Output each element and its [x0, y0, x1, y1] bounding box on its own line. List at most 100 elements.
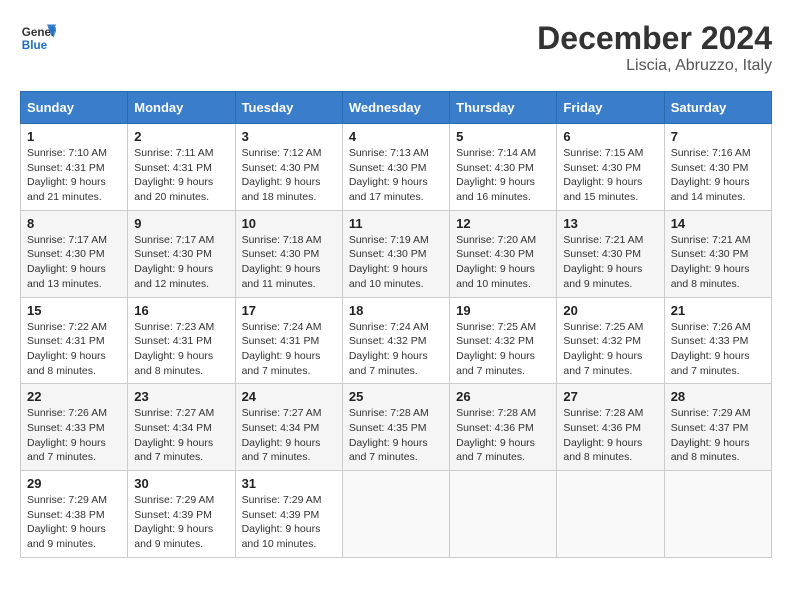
- calendar-day-cell: 1 Sunrise: 7:10 AM Sunset: 4:31 PM Dayli…: [21, 124, 128, 211]
- day-of-week-header: Saturday: [664, 92, 771, 124]
- calendar-day-cell: 7 Sunrise: 7:16 AM Sunset: 4:30 PM Dayli…: [664, 124, 771, 211]
- calendar-day-cell: 30 Sunrise: 7:29 AM Sunset: 4:39 PM Dayl…: [128, 471, 235, 558]
- day-info: Sunrise: 7:28 AM Sunset: 4:36 PM Dayligh…: [456, 406, 550, 465]
- calendar-week-row: 15 Sunrise: 7:22 AM Sunset: 4:31 PM Dayl…: [21, 297, 772, 384]
- calendar-day-cell: 11 Sunrise: 7:19 AM Sunset: 4:30 PM Dayl…: [342, 210, 449, 297]
- calendar-day-cell: 6 Sunrise: 7:15 AM Sunset: 4:30 PM Dayli…: [557, 124, 664, 211]
- calendar-week-row: 29 Sunrise: 7:29 AM Sunset: 4:38 PM Dayl…: [21, 471, 772, 558]
- day-info: Sunrise: 7:27 AM Sunset: 4:34 PM Dayligh…: [134, 406, 228, 465]
- calendar-table: SundayMondayTuesdayWednesdayThursdayFrid…: [20, 91, 772, 558]
- day-info: Sunrise: 7:27 AM Sunset: 4:34 PM Dayligh…: [242, 406, 336, 465]
- calendar-day-cell: 20 Sunrise: 7:25 AM Sunset: 4:32 PM Dayl…: [557, 297, 664, 384]
- title-area: December 2024 Liscia, Abruzzo, Italy: [537, 20, 772, 75]
- month-title: December 2024: [537, 20, 772, 57]
- day-info: Sunrise: 7:21 AM Sunset: 4:30 PM Dayligh…: [563, 233, 657, 292]
- day-info: Sunrise: 7:25 AM Sunset: 4:32 PM Dayligh…: [563, 320, 657, 379]
- calendar-day-cell: 28 Sunrise: 7:29 AM Sunset: 4:37 PM Dayl…: [664, 384, 771, 471]
- day-number: 15: [27, 303, 121, 318]
- calendar-day-cell: 25 Sunrise: 7:28 AM Sunset: 4:35 PM Dayl…: [342, 384, 449, 471]
- day-number: 20: [563, 303, 657, 318]
- day-number: 22: [27, 389, 121, 404]
- calendar-day-cell: 31 Sunrise: 7:29 AM Sunset: 4:39 PM Dayl…: [235, 471, 342, 558]
- day-number: 9: [134, 216, 228, 231]
- calendar-day-cell: 21 Sunrise: 7:26 AM Sunset: 4:33 PM Dayl…: [664, 297, 771, 384]
- day-number: 10: [242, 216, 336, 231]
- day-of-week-header: Friday: [557, 92, 664, 124]
- day-info: Sunrise: 7:29 AM Sunset: 4:37 PM Dayligh…: [671, 406, 765, 465]
- day-number: 11: [349, 216, 443, 231]
- day-number: 19: [456, 303, 550, 318]
- day-info: Sunrise: 7:25 AM Sunset: 4:32 PM Dayligh…: [456, 320, 550, 379]
- day-number: 31: [242, 476, 336, 491]
- day-number: 29: [27, 476, 121, 491]
- day-info: Sunrise: 7:23 AM Sunset: 4:31 PM Dayligh…: [134, 320, 228, 379]
- day-number: 23: [134, 389, 228, 404]
- day-info: Sunrise: 7:10 AM Sunset: 4:31 PM Dayligh…: [27, 146, 121, 205]
- day-info: Sunrise: 7:24 AM Sunset: 4:31 PM Dayligh…: [242, 320, 336, 379]
- day-info: Sunrise: 7:29 AM Sunset: 4:39 PM Dayligh…: [242, 493, 336, 552]
- page-header: General Blue December 2024 Liscia, Abruz…: [20, 20, 772, 75]
- day-of-week-header: Monday: [128, 92, 235, 124]
- calendar-day-cell: [450, 471, 557, 558]
- day-info: Sunrise: 7:24 AM Sunset: 4:32 PM Dayligh…: [349, 320, 443, 379]
- day-number: 1: [27, 129, 121, 144]
- day-info: Sunrise: 7:19 AM Sunset: 4:30 PM Dayligh…: [349, 233, 443, 292]
- day-number: 30: [134, 476, 228, 491]
- calendar-day-cell: 13 Sunrise: 7:21 AM Sunset: 4:30 PM Dayl…: [557, 210, 664, 297]
- calendar-day-cell: 12 Sunrise: 7:20 AM Sunset: 4:30 PM Dayl…: [450, 210, 557, 297]
- day-info: Sunrise: 7:29 AM Sunset: 4:38 PM Dayligh…: [27, 493, 121, 552]
- day-number: 24: [242, 389, 336, 404]
- day-number: 7: [671, 129, 765, 144]
- day-number: 2: [134, 129, 228, 144]
- calendar-day-cell: [557, 471, 664, 558]
- location: Liscia, Abruzzo, Italy: [537, 57, 772, 75]
- day-info: Sunrise: 7:18 AM Sunset: 4:30 PM Dayligh…: [242, 233, 336, 292]
- calendar-day-cell: 8 Sunrise: 7:17 AM Sunset: 4:30 PM Dayli…: [21, 210, 128, 297]
- day-number: 27: [563, 389, 657, 404]
- calendar-day-cell: 26 Sunrise: 7:28 AM Sunset: 4:36 PM Dayl…: [450, 384, 557, 471]
- day-info: Sunrise: 7:28 AM Sunset: 4:35 PM Dayligh…: [349, 406, 443, 465]
- calendar-day-cell: 23 Sunrise: 7:27 AM Sunset: 4:34 PM Dayl…: [128, 384, 235, 471]
- day-info: Sunrise: 7:13 AM Sunset: 4:30 PM Dayligh…: [349, 146, 443, 205]
- day-number: 13: [563, 216, 657, 231]
- calendar-week-row: 8 Sunrise: 7:17 AM Sunset: 4:30 PM Dayli…: [21, 210, 772, 297]
- calendar-day-cell: 15 Sunrise: 7:22 AM Sunset: 4:31 PM Dayl…: [21, 297, 128, 384]
- day-info: Sunrise: 7:16 AM Sunset: 4:30 PM Dayligh…: [671, 146, 765, 205]
- day-info: Sunrise: 7:26 AM Sunset: 4:33 PM Dayligh…: [27, 406, 121, 465]
- day-info: Sunrise: 7:26 AM Sunset: 4:33 PM Dayligh…: [671, 320, 765, 379]
- day-number: 28: [671, 389, 765, 404]
- calendar-day-cell: 10 Sunrise: 7:18 AM Sunset: 4:30 PM Dayl…: [235, 210, 342, 297]
- calendar-day-cell: 24 Sunrise: 7:27 AM Sunset: 4:34 PM Dayl…: [235, 384, 342, 471]
- day-info: Sunrise: 7:17 AM Sunset: 4:30 PM Dayligh…: [27, 233, 121, 292]
- day-number: 8: [27, 216, 121, 231]
- calendar-day-cell: 5 Sunrise: 7:14 AM Sunset: 4:30 PM Dayli…: [450, 124, 557, 211]
- calendar-week-row: 1 Sunrise: 7:10 AM Sunset: 4:31 PM Dayli…: [21, 124, 772, 211]
- day-of-week-header: Thursday: [450, 92, 557, 124]
- day-number: 16: [134, 303, 228, 318]
- calendar-day-cell: 16 Sunrise: 7:23 AM Sunset: 4:31 PM Dayl…: [128, 297, 235, 384]
- calendar-day-cell: [664, 471, 771, 558]
- day-info: Sunrise: 7:28 AM Sunset: 4:36 PM Dayligh…: [563, 406, 657, 465]
- day-number: 5: [456, 129, 550, 144]
- day-number: 25: [349, 389, 443, 404]
- day-info: Sunrise: 7:11 AM Sunset: 4:31 PM Dayligh…: [134, 146, 228, 205]
- logo-icon: General Blue: [20, 20, 56, 56]
- day-number: 17: [242, 303, 336, 318]
- day-info: Sunrise: 7:29 AM Sunset: 4:39 PM Dayligh…: [134, 493, 228, 552]
- day-number: 4: [349, 129, 443, 144]
- day-number: 21: [671, 303, 765, 318]
- day-number: 18: [349, 303, 443, 318]
- day-number: 6: [563, 129, 657, 144]
- day-info: Sunrise: 7:14 AM Sunset: 4:30 PM Dayligh…: [456, 146, 550, 205]
- day-info: Sunrise: 7:15 AM Sunset: 4:30 PM Dayligh…: [563, 146, 657, 205]
- day-number: 3: [242, 129, 336, 144]
- day-info: Sunrise: 7:12 AM Sunset: 4:30 PM Dayligh…: [242, 146, 336, 205]
- logo: General Blue: [20, 20, 56, 56]
- calendar-day-cell: 2 Sunrise: 7:11 AM Sunset: 4:31 PM Dayli…: [128, 124, 235, 211]
- svg-text:Blue: Blue: [22, 39, 48, 52]
- day-info: Sunrise: 7:17 AM Sunset: 4:30 PM Dayligh…: [134, 233, 228, 292]
- calendar-day-cell: 18 Sunrise: 7:24 AM Sunset: 4:32 PM Dayl…: [342, 297, 449, 384]
- day-number: 12: [456, 216, 550, 231]
- day-of-week-header: Sunday: [21, 92, 128, 124]
- calendar-header-row: SundayMondayTuesdayWednesdayThursdayFrid…: [21, 92, 772, 124]
